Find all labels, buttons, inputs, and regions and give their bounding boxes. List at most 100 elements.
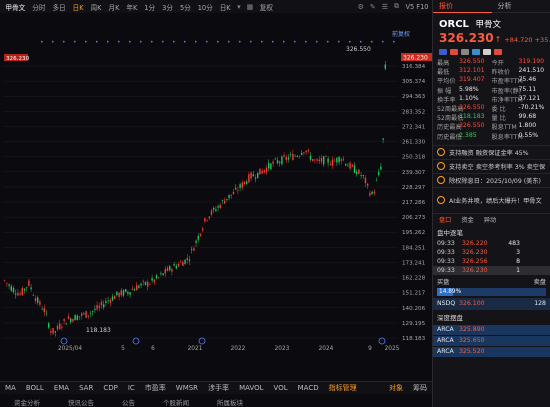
event-dot[interactable]: • bbox=[392, 39, 396, 46]
period-selector[interactable]: 日K bbox=[216, 2, 234, 12]
earnings-marker-icon[interactable] bbox=[198, 337, 206, 345]
indicator-pe[interactable]: 市盈率 bbox=[140, 383, 171, 393]
event-dot[interactable]: • bbox=[161, 39, 165, 46]
calendar-icon bbox=[437, 176, 445, 185]
event-dot[interactable]: • bbox=[238, 39, 242, 46]
event-dot[interactable]: • bbox=[359, 39, 363, 46]
event-dot[interactable]: • bbox=[117, 39, 121, 46]
earnings-marker-icon[interactable] bbox=[60, 337, 68, 345]
period-1min[interactable]: 1分 bbox=[141, 2, 159, 12]
event-dot[interactable]: • bbox=[337, 39, 341, 46]
depth-list[interactable]: ARCA 325.890 ARCA 325.650 ARCA 325.520 bbox=[433, 324, 550, 357]
event-dot[interactable]: • bbox=[40, 39, 44, 46]
info-margin[interactable]: 支持融资 融资保证金率 45% bbox=[433, 144, 550, 159]
event-dot[interactable]: • bbox=[73, 39, 77, 46]
indicator-manage[interactable]: 指标管理 bbox=[324, 383, 362, 393]
period-weekly[interactable]: 周K bbox=[87, 2, 105, 12]
tab-stock-news[interactable]: 个股新闻 bbox=[149, 397, 203, 407]
event-dot[interactable]: • bbox=[95, 39, 99, 46]
period-stock-name[interactable]: 甲骨文 bbox=[2, 2, 29, 12]
event-dot[interactable]: • bbox=[51, 39, 55, 46]
tab-capital[interactable]: 资金 bbox=[461, 215, 473, 224]
buy-ratio-label: 14.89% bbox=[439, 288, 462, 295]
event-dot[interactable]: • bbox=[271, 39, 275, 46]
chips-button[interactable]: 筹码 bbox=[408, 383, 432, 393]
indicator-boll[interactable]: BOLL bbox=[21, 384, 49, 392]
event-dot[interactable]: • bbox=[172, 39, 176, 46]
period-10min[interactable]: 10分 bbox=[194, 2, 216, 12]
info-news[interactable]: AI业务井喷，绩后大爆升！甲骨文 bbox=[433, 186, 550, 213]
event-dot[interactable]: • bbox=[194, 39, 198, 46]
best-bid-row[interactable]: NSDQ 326.100 128 bbox=[433, 297, 550, 310]
tab-announcement[interactable]: 公告 bbox=[108, 397, 149, 407]
tab-sectors[interactable]: 所属板块 bbox=[203, 397, 257, 407]
chevron-down-icon[interactable]: ▾ bbox=[234, 3, 244, 11]
event-dot[interactable]: • bbox=[260, 39, 264, 46]
candle-body bbox=[279, 161, 281, 163]
indicator-cdp[interactable]: CDP bbox=[98, 384, 123, 392]
info-short[interactable]: 支持卖空 卖空参考利率 3% 卖空保 bbox=[433, 158, 550, 173]
tab-quote[interactable]: 报价 bbox=[433, 0, 492, 13]
event-dot[interactable]: • bbox=[249, 39, 253, 46]
f10-button[interactable]: V5 F10 bbox=[402, 3, 432, 11]
settings-icon[interactable]: ⚙ bbox=[355, 3, 367, 11]
earnings-marker-icon[interactable] bbox=[132, 337, 140, 345]
event-dot[interactable]: • bbox=[183, 39, 187, 46]
compare-button[interactable]: 对象 bbox=[384, 383, 408, 393]
tab-news-flash[interactable]: 快讯公告 bbox=[54, 397, 108, 407]
period-5min[interactable]: 5分 bbox=[176, 2, 194, 12]
period-intraday[interactable]: 分时 bbox=[29, 2, 49, 12]
event-dot[interactable]: • bbox=[205, 39, 209, 46]
period-monthly[interactable]: 月K bbox=[105, 2, 123, 12]
period-yearly[interactable]: 年K bbox=[123, 2, 141, 12]
indicator-vol[interactable]: VOL bbox=[269, 384, 293, 392]
event-dot[interactable]: • bbox=[348, 39, 352, 46]
period-3min[interactable]: 3分 bbox=[159, 2, 177, 12]
event-dot[interactable]: • bbox=[216, 39, 220, 46]
event-dot[interactable]: • bbox=[150, 39, 154, 46]
indicator-sar[interactable]: SAR bbox=[74, 384, 98, 392]
indicator-wmsr[interactable]: WMSR bbox=[171, 384, 203, 392]
indicator-mavol[interactable]: MAVOL bbox=[234, 384, 268, 392]
candlestick-chart[interactable]: 316.384 305.374 294.363 283.352 272.341 261.3… bbox=[0, 14, 432, 380]
event-dot[interactable]: • bbox=[62, 39, 66, 46]
event-dot[interactable]: • bbox=[370, 39, 374, 46]
event-dot[interactable]: • bbox=[84, 39, 88, 46]
indicator-turnover[interactable]: 涉手率 bbox=[203, 383, 234, 393]
event-dot[interactable]: • bbox=[128, 39, 132, 46]
event-dot[interactable]: • bbox=[315, 39, 319, 46]
tab-fund-analysis[interactable]: 资金分析 bbox=[0, 397, 54, 407]
tab-orderbook[interactable]: 盘口 bbox=[439, 215, 451, 224]
event-dot[interactable]: • bbox=[139, 39, 143, 46]
info-dividend[interactable]: 除权除息日：2025/10/09 (美东) bbox=[433, 172, 550, 187]
adjust-selector[interactable]: 复权 bbox=[256, 2, 276, 12]
period-daily[interactable]: 日K bbox=[69, 2, 87, 12]
tick-list[interactable]: 09:33 326.220 483 09:33 326.230 3 09:33 326.256… bbox=[433, 239, 550, 275]
event-dot[interactable]: • bbox=[282, 39, 286, 46]
candle-body bbox=[34, 298, 37, 302]
candle-body bbox=[107, 300, 109, 301]
event-dot[interactable]: • bbox=[304, 39, 308, 46]
favorite-icon[interactable] bbox=[494, 49, 502, 55]
layout-icon[interactable]: ☰ bbox=[379, 3, 391, 11]
indicator-macd[interactable]: MACD bbox=[293, 384, 324, 392]
earnings-marker-icon[interactable] bbox=[378, 337, 386, 345]
event-dot[interactable]: • bbox=[227, 39, 231, 46]
tab-analysis[interactable]: 分析 bbox=[492, 1, 550, 11]
period-multi-day[interactable]: 多日 bbox=[49, 2, 69, 12]
candle-body bbox=[384, 64, 386, 69]
indicator-ema[interactable]: EMA bbox=[49, 384, 74, 392]
event-dot[interactable]: • bbox=[106, 39, 110, 46]
event-dot[interactable]: • bbox=[381, 39, 385, 46]
candle-body bbox=[191, 248, 193, 250]
draw-icon[interactable]: ✎ bbox=[367, 3, 379, 11]
indicator-ma[interactable]: MA bbox=[0, 384, 21, 392]
candle-body bbox=[103, 304, 105, 308]
event-dot[interactable]: • bbox=[326, 39, 330, 46]
tab-movement[interactable]: 异动 bbox=[484, 215, 496, 224]
grid-icon[interactable]: ▦ bbox=[244, 3, 257, 11]
indicator-ic[interactable]: IC bbox=[123, 384, 140, 392]
window-icon[interactable]: ⧉ bbox=[391, 2, 402, 11]
share-icon[interactable] bbox=[483, 49, 491, 55]
event-dot[interactable]: • bbox=[293, 39, 297, 46]
